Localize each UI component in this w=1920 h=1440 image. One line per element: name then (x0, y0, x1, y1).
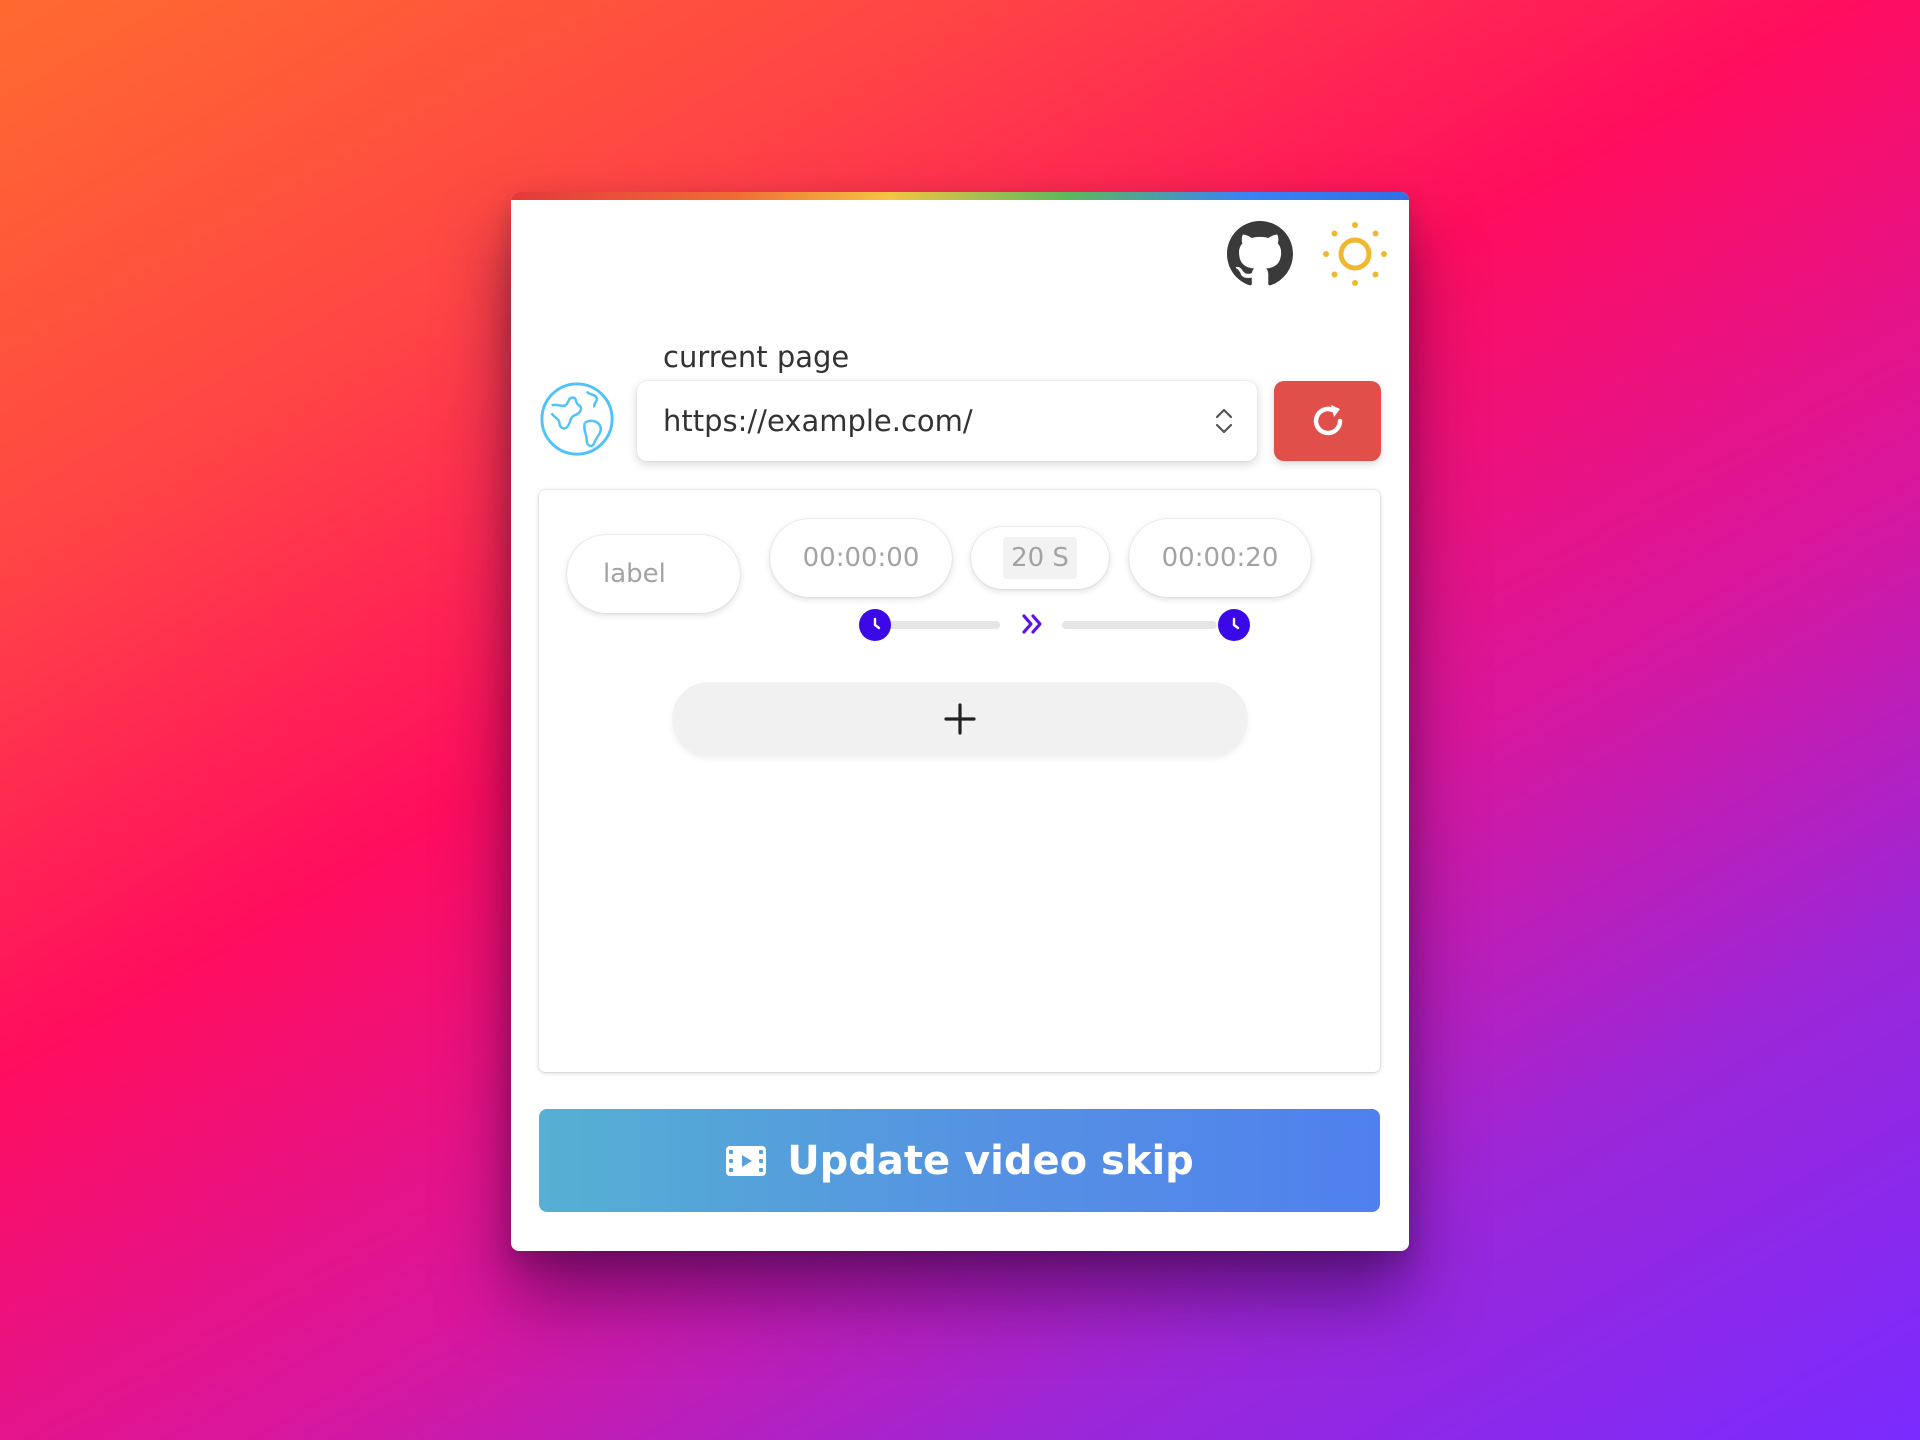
end-time-handle[interactable] (1218, 609, 1250, 641)
extension-popup: current page https://example.com/ label … (511, 192, 1409, 1251)
clock-icon (1232, 617, 1240, 630)
github-button[interactable] (1226, 220, 1294, 288)
skip-segments-panel: label 00:00:00 20 S 00:00:20 (539, 490, 1380, 1072)
double-chevron-right-icon (1022, 614, 1042, 634)
update-button-label: Update video skip (787, 1137, 1194, 1184)
start-time-input[interactable]: 00:00:00 (770, 519, 952, 597)
github-icon (1227, 221, 1293, 286)
url-select-value: https://example.com/ (663, 404, 973, 438)
segment-label-placeholder: label (603, 559, 666, 589)
rainbow-stripe (511, 192, 1409, 200)
end-time-value: 00:00:20 (1161, 543, 1279, 573)
clock-icon (873, 617, 881, 630)
segment-label-input[interactable]: label (567, 535, 740, 613)
start-time-value: 00:00:00 (802, 543, 920, 573)
chevron-up-down-icon (1215, 408, 1233, 434)
globe-icon (540, 382, 614, 456)
duration-input[interactable]: 20 S (971, 527, 1109, 589)
plus-icon (944, 703, 976, 735)
end-time-input[interactable]: 00:00:20 (1129, 519, 1311, 597)
update-video-skip-button[interactable]: Update video skip (539, 1109, 1380, 1212)
add-segment-button[interactable] (672, 682, 1248, 756)
range-track-left (875, 621, 1000, 629)
refresh-button[interactable] (1274, 381, 1381, 461)
refresh-icon (1313, 405, 1342, 436)
sun-icon (1323, 222, 1387, 286)
start-time-handle[interactable] (859, 609, 891, 641)
duration-value: 20 S (1003, 537, 1077, 579)
film-icon (726, 1145, 767, 1176)
range-track-right (1062, 621, 1217, 629)
current-page-label: current page (663, 340, 850, 374)
url-select[interactable]: https://example.com/ (637, 381, 1257, 461)
theme-toggle-button[interactable] (1319, 218, 1391, 290)
